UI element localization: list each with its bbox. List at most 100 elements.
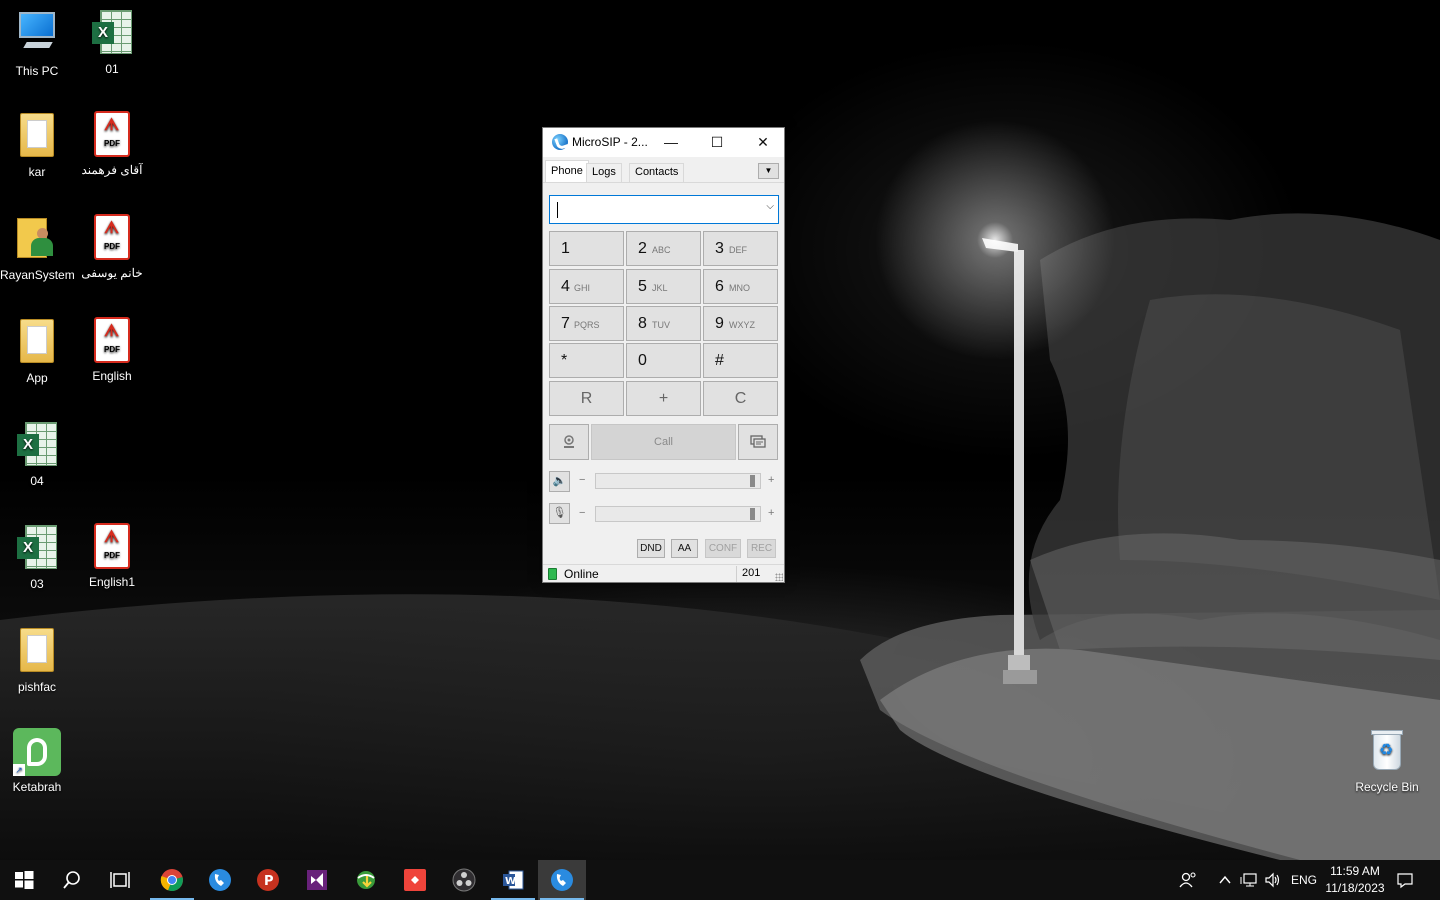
clear-button[interactable]: C [703, 381, 778, 416]
desktop-icon-excel-04[interactable]: X 04 [0, 420, 74, 488]
key-star[interactable]: * [549, 343, 624, 378]
microsip-icon [209, 869, 231, 891]
obs-icon [452, 868, 476, 892]
input-language-indicator[interactable]: ENG [1291, 860, 1319, 900]
search-icon [63, 871, 80, 889]
volume-button[interactable] [1264, 860, 1286, 900]
dnd-button[interactable]: DND [637, 539, 665, 558]
key-8[interactable]: 8 TUV [626, 306, 701, 341]
tab-contacts[interactable]: Contacts [629, 163, 685, 182]
status-text[interactable]: Online [564, 567, 599, 581]
key-6[interactable]: 6 MNO [703, 269, 778, 304]
key-3[interactable]: 3 DEF [703, 231, 778, 266]
redial-button[interactable]: R [549, 381, 624, 416]
taskbar-word[interactable]: W [489, 860, 537, 900]
mic-plus-label: + [768, 507, 775, 519]
idm-globe-icon [357, 871, 375, 889]
chevron-down-icon[interactable]: ⌵ [766, 201, 774, 212]
auto-answer-button[interactable]: AA [671, 539, 698, 558]
plus-button[interactable]: + [626, 381, 701, 416]
resize-grip[interactable] [775, 573, 783, 581]
tab-logs[interactable]: Logs [586, 163, 622, 182]
taskbar-microsip-active[interactable] [538, 860, 586, 900]
close-button[interactable]: ✕ [740, 128, 786, 157]
clock[interactable]: 11:59 AM 11/18/2023 [1320, 863, 1390, 897]
anydesk-icon [404, 869, 426, 891]
desktop-icon-folder-app[interactable]: App [0, 317, 74, 385]
taskbar-internet-download-manager[interactable] [342, 860, 390, 900]
status-separator [736, 566, 737, 582]
speaker-volume-slider[interactable] [595, 473, 761, 489]
taskbar-microsip-pinned[interactable] [196, 860, 244, 900]
mic-minus-label: − [579, 507, 586, 519]
recycle-bin-icon: ♻ [1369, 728, 1405, 772]
minimize-button[interactable]: — [648, 128, 694, 157]
pdf-file-icon: ᗑ PDF [94, 214, 130, 260]
microphone-volume-thumb[interactable] [750, 508, 755, 520]
chat-icon [750, 435, 766, 448]
taskbar-obs[interactable] [440, 860, 488, 900]
action-center-button[interactable] [1396, 860, 1420, 900]
key-9[interactable]: 9 WXYZ [703, 306, 778, 341]
key-hash[interactable]: # [703, 343, 778, 378]
message-button[interactable] [738, 424, 778, 460]
microphone-icon: 🎙 [552, 507, 567, 519]
desktop-icon-this-pc[interactable]: This PC [0, 8, 74, 78]
visual-studio-icon [307, 870, 327, 890]
call-button[interactable]: Call [591, 424, 736, 460]
show-hidden-icons-button[interactable] [1218, 860, 1236, 900]
dial-number-combobox[interactable]: ⌵ [549, 195, 779, 224]
title-bar[interactable]: MicroSIP - 2... — ☐ ✕ [543, 128, 784, 157]
desktop-icon-pdf-yousefi[interactable]: ᗑ PDF خانم یوسفی [75, 214, 149, 280]
tabs-menu-dropdown[interactable]: ▼ [758, 163, 779, 179]
taskbar-proxifier[interactable]: P [244, 860, 292, 900]
microsip-window: MicroSIP - 2... — ☐ ✕ Phone Logs Contact… [542, 127, 785, 583]
key-0[interactable]: 0 [626, 343, 701, 378]
desktop-icon-excel-03[interactable]: X 03 [0, 523, 74, 591]
online-status-icon [548, 568, 557, 580]
desktop-icon-folder-pishfac[interactable]: pishfac [0, 626, 74, 694]
window-title: MicroSIP - 2... [572, 135, 648, 149]
microsip-icon [551, 869, 573, 891]
pdf-file-icon: ᗑ PDF [94, 523, 130, 569]
excel-file-icon: X [17, 422, 57, 466]
people-button[interactable] [1178, 860, 1204, 900]
clock-time: 11:59 AM [1330, 864, 1380, 878]
speaker-mute-button[interactable]: 🔈 [549, 471, 570, 492]
speaker-volume-thumb[interactable] [750, 475, 755, 487]
conference-button[interactable]: CONF [705, 539, 741, 558]
text-caret [557, 202, 558, 218]
maximize-button[interactable]: ☐ [694, 128, 740, 157]
desktop-icon-pdf-farahmand[interactable]: ᗑ PDF آقای فرهمند [75, 111, 149, 177]
microphone-volume-slider[interactable] [595, 506, 761, 522]
microphone-mute-button[interactable]: 🎙 [549, 503, 570, 524]
desktop-icon-excel-01[interactable]: X 01 [75, 8, 149, 76]
key-5[interactable]: 5 JKL [626, 269, 701, 304]
chrome-icon [160, 869, 183, 892]
task-view-button[interactable] [96, 860, 144, 900]
speaker-minus-label: − [579, 474, 586, 486]
excel-file-icon: X [92, 10, 132, 54]
folder-person-icon [17, 216, 57, 260]
network-button[interactable] [1240, 860, 1262, 900]
key-1[interactable]: 1 [549, 231, 624, 266]
webcam-icon [564, 435, 574, 448]
key-7[interactable]: 7 PQRS [549, 306, 624, 341]
desktop-icon-pdf-english1[interactable]: ᗑ PDF English1 [75, 523, 149, 589]
desktop-icon-rayansystem[interactable]: RayanSystem [0, 214, 75, 282]
tab-phone[interactable]: Phone [545, 160, 589, 183]
taskbar-chrome[interactable] [148, 860, 196, 900]
video-call-button[interactable] [549, 424, 589, 460]
desktop-icon-pdf-english[interactable]: ᗑ PDF English [75, 317, 149, 383]
clock-date: 11/18/2023 [1325, 881, 1385, 895]
record-button[interactable]: REC [747, 539, 776, 558]
taskbar-anydesk[interactable] [391, 860, 439, 900]
key-2[interactable]: 2 ABC [626, 231, 701, 266]
desktop-icon-recycle-bin[interactable]: ♻ Recycle Bin [1350, 728, 1424, 794]
desktop-icon-ketabrah[interactable]: ↗ Ketabrah [0, 728, 74, 794]
start-button[interactable] [0, 860, 48, 900]
search-button[interactable] [48, 860, 96, 900]
desktop-icon-folder-kar[interactable]: kar [0, 111, 74, 179]
taskbar-visual-studio[interactable] [293, 860, 341, 900]
key-4[interactable]: 4 GHI [549, 269, 624, 304]
